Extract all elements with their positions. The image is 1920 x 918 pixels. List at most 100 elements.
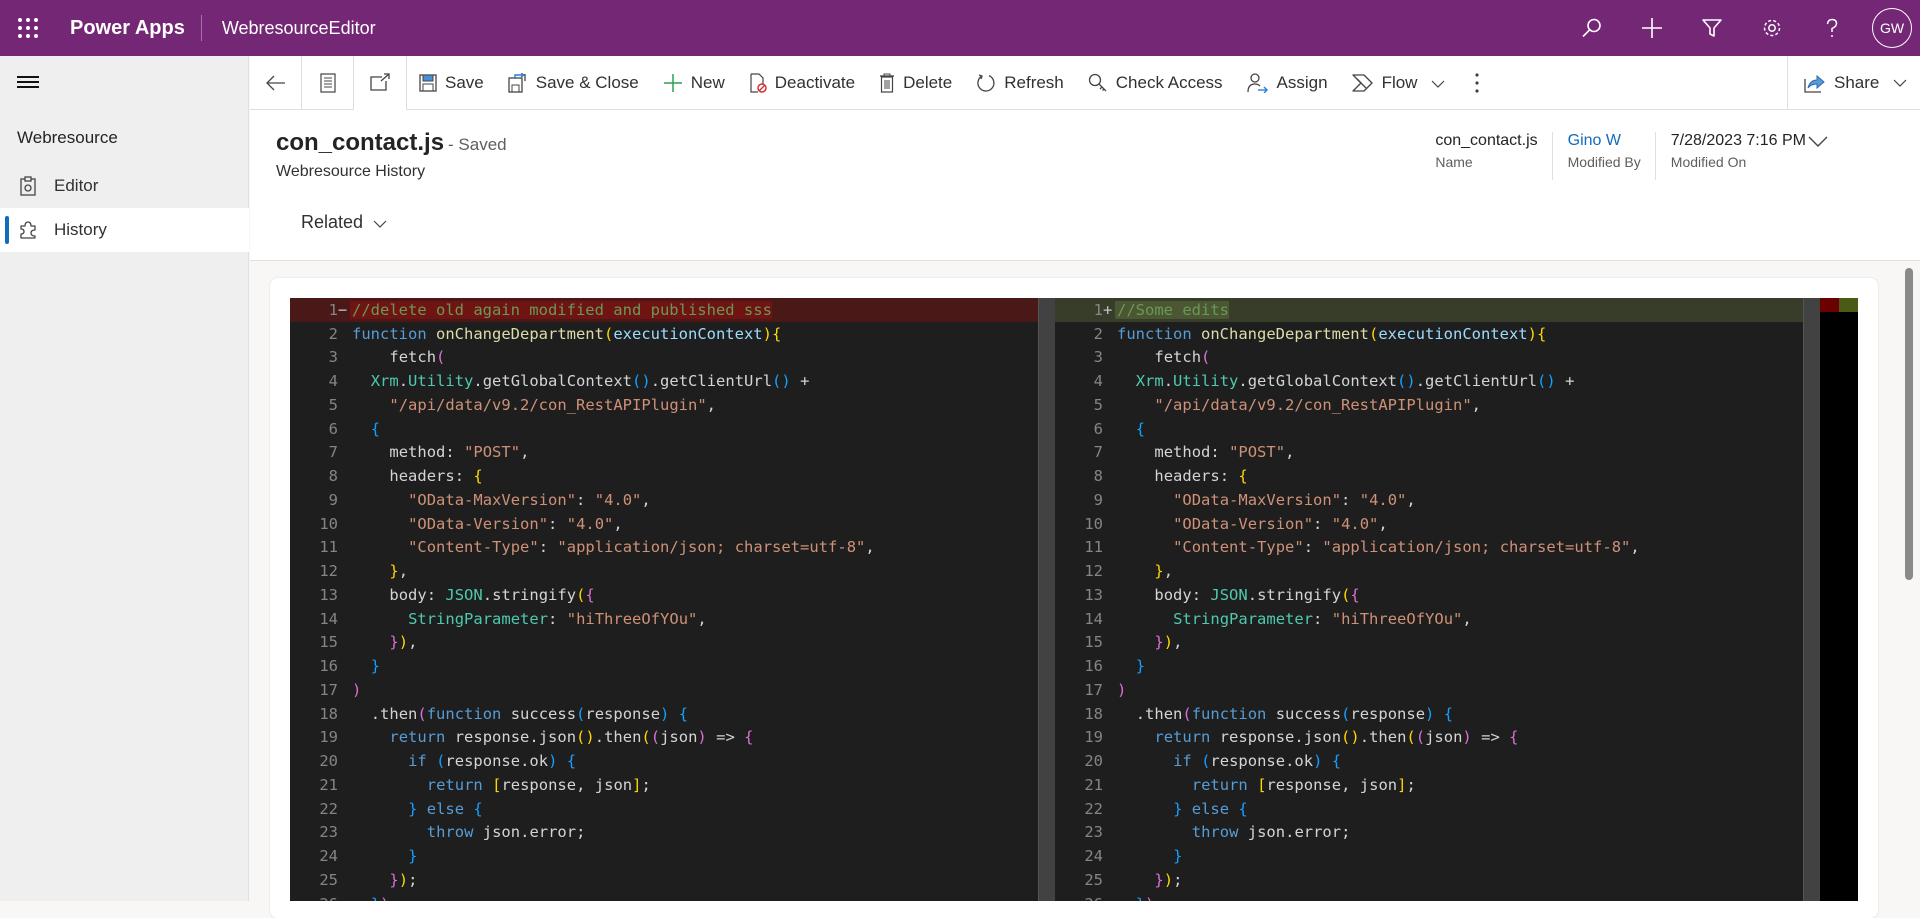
- code-line[interactable]: 10 "OData-Version": "4.0",: [1055, 512, 1820, 536]
- open-new-window-button[interactable]: [354, 56, 406, 110]
- code-line[interactable]: 2 function onChangeDepartment(executionC…: [1055, 322, 1820, 346]
- code-line[interactable]: 17 ): [1055, 678, 1820, 702]
- code-line[interactable]: 16 }: [290, 654, 1055, 678]
- code-line[interactable]: 9 "OData-MaxVersion": "4.0",: [1055, 488, 1820, 512]
- related-tab[interactable]: Related: [301, 212, 387, 233]
- more-commands-button[interactable]: [1457, 56, 1497, 110]
- check-access-button[interactable]: Check Access: [1076, 56, 1235, 110]
- assign-button[interactable]: Assign: [1235, 56, 1340, 110]
- back-button[interactable]: [250, 55, 302, 110]
- code-line[interactable]: 21 return [response, json];: [1055, 773, 1820, 797]
- code-line[interactable]: 11 "Content-Type": "application/json; ch…: [290, 536, 1055, 560]
- app-launcher-button[interactable]: [0, 0, 56, 56]
- chevron-down-icon: [1893, 79, 1907, 87]
- code-text: "OData-MaxVersion": "4.0",: [1173, 490, 1416, 509]
- page-scrollbar[interactable]: [1905, 268, 1913, 580]
- help-button[interactable]: [1802, 0, 1862, 56]
- code-line[interactable]: 13 body: JSON.stringify({: [1055, 583, 1820, 607]
- code-line[interactable]: 5 "/api/data/v9.2/con_RestAPIPlugin",: [1055, 393, 1820, 417]
- code-line[interactable]: 21 return [response, json];: [290, 773, 1055, 797]
- diff-gutter: [1103, 657, 1115, 675]
- code-line[interactable]: 24 }: [1055, 844, 1820, 868]
- code-line[interactable]: 10 "OData-Version": "4.0",: [290, 512, 1055, 536]
- new-record-button[interactable]: New: [651, 56, 737, 110]
- code-line[interactable]: 17 ): [290, 678, 1055, 702]
- code-line[interactable]: 26 }): [290, 892, 1055, 901]
- code-line[interactable]: 9 "OData-MaxVersion": "4.0",: [290, 488, 1055, 512]
- code-line[interactable]: 18 .then(function success(response) {: [1055, 702, 1820, 726]
- code-line[interactable]: 4 Xrm.Utility.getGlobalContext().getClie…: [290, 369, 1055, 393]
- refresh-button[interactable]: Refresh: [964, 56, 1076, 110]
- app-name[interactable]: WebresourceEditor: [202, 18, 376, 39]
- brand-name[interactable]: Power Apps: [56, 17, 201, 40]
- code-line[interactable]: 12 },: [290, 559, 1055, 583]
- code-line[interactable]: 5 "/api/data/v9.2/con_RestAPIPlugin",: [290, 393, 1055, 417]
- code-line[interactable]: 3 fetch(: [290, 346, 1055, 370]
- code-line[interactable]: 22 } else {: [290, 797, 1055, 821]
- code-line[interactable]: 25 });: [1055, 868, 1820, 892]
- code-text: }: [1135, 657, 1146, 676]
- refresh-icon: [976, 73, 996, 93]
- share-button[interactable]: Share: [1787, 56, 1920, 110]
- code-line[interactable]: 15 }),: [1055, 631, 1820, 655]
- sidebar-item-editor[interactable]: Editor: [0, 164, 249, 208]
- waffle-icon: [18, 18, 38, 38]
- filter-button[interactable]: [1682, 0, 1742, 56]
- save-button[interactable]: Save: [407, 56, 496, 110]
- modified-pane[interactable]: 1 +//Some edits 2 function onChangeDepartm…: [1055, 298, 1820, 901]
- added-line[interactable]: 1 +//Some edits: [1055, 298, 1820, 322]
- code-line[interactable]: 20 if (response.ok) {: [290, 749, 1055, 773]
- code-line[interactable]: 19 return response.json().then((json) =>…: [290, 726, 1055, 750]
- code-text: return [response, json];: [1191, 775, 1416, 794]
- code-line[interactable]: 23 throw json.error;: [1055, 821, 1820, 845]
- code-line[interactable]: 14 StringParameter: "hiThreeOfYOu",: [290, 607, 1055, 631]
- code-line[interactable]: 2 function onChangeDepartment(executionC…: [290, 322, 1055, 346]
- code-line[interactable]: 8 headers: {: [1055, 464, 1820, 488]
- code-line[interactable]: 15 }),: [290, 631, 1055, 655]
- code-line[interactable]: 22 } else {: [1055, 797, 1820, 821]
- deactivate-button[interactable]: Deactivate: [737, 56, 867, 110]
- user-avatar[interactable]: GW: [1872, 8, 1912, 48]
- code-line[interactable]: 3 fetch(: [1055, 346, 1820, 370]
- diff-overview-ruler[interactable]: [1820, 298, 1858, 901]
- code-line[interactable]: 16 }: [1055, 654, 1820, 678]
- code-line[interactable]: 24 }: [290, 844, 1055, 868]
- diff-gutter: [338, 847, 350, 865]
- code-line[interactable]: 23 throw json.error;: [290, 821, 1055, 845]
- code-line[interactable]: 25 });: [290, 868, 1055, 892]
- code-line[interactable]: 14 StringParameter: "hiThreeOfYOu",: [1055, 607, 1820, 631]
- removed-line[interactable]: 1−//delete old again modified and publis…: [290, 298, 1055, 322]
- modified-pane-scrollbar[interactable]: [1803, 298, 1820, 901]
- form-name[interactable]: Webresource History: [276, 163, 425, 181]
- code-line[interactable]: 13 body: JSON.stringify({: [290, 583, 1055, 607]
- original-pane[interactable]: 1−//delete old again modified and publis…: [290, 298, 1055, 901]
- code-text: //delete old again modified and publishe…: [350, 300, 772, 319]
- new-button[interactable]: [1622, 0, 1682, 56]
- form-view-button[interactable]: [302, 55, 354, 110]
- hamburger-menu-button[interactable]: [17, 76, 39, 90]
- line-number: 23: [319, 823, 338, 842]
- flow-button[interactable]: Flow: [1340, 56, 1458, 110]
- code-line[interactable]: 20 if (response.ok) {: [1055, 749, 1820, 773]
- modified-by-link[interactable]: Gino W: [1568, 132, 1641, 150]
- code-line[interactable]: 6 {: [290, 417, 1055, 441]
- code-line[interactable]: 11 "Content-Type": "application/json; ch…: [1055, 536, 1820, 560]
- diff-editor[interactable]: 1−//delete old again modified and publis…: [290, 298, 1858, 901]
- code-line[interactable]: 18 .then(function success(response) {: [290, 702, 1055, 726]
- code-line[interactable]: 19 return response.json().then((json) =>…: [1055, 726, 1820, 750]
- code-line[interactable]: 7 method: "POST",: [290, 441, 1055, 465]
- sidebar-item-history[interactable]: History: [0, 208, 249, 252]
- code-line[interactable]: 12 },: [1055, 559, 1820, 583]
- expand-header-button[interactable]: [1808, 135, 1828, 153]
- code-line[interactable]: 26 }): [1055, 892, 1820, 901]
- delete-button[interactable]: Delete: [867, 56, 964, 110]
- settings-button[interactable]: [1742, 0, 1802, 56]
- new-label: New: [690, 72, 725, 92]
- save-and-close-button[interactable]: Save & Close: [496, 56, 651, 110]
- original-pane-scrollbar[interactable]: [1038, 298, 1055, 901]
- code-line[interactable]: 8 headers: {: [290, 464, 1055, 488]
- code-line[interactable]: 7 method: "POST",: [1055, 441, 1820, 465]
- code-line[interactable]: 4 Xrm.Utility.getGlobalContext().getClie…: [1055, 369, 1820, 393]
- code-line[interactable]: 6 {: [1055, 417, 1820, 441]
- search-button[interactable]: [1562, 0, 1622, 56]
